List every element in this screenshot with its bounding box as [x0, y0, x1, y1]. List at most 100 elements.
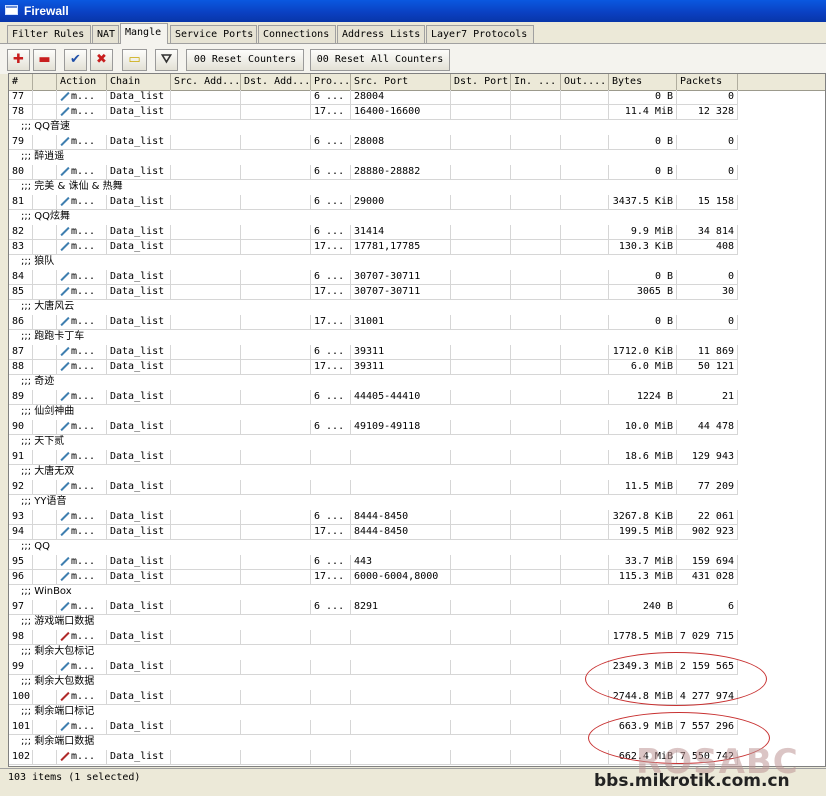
col-header-number[interactable]: #	[9, 74, 33, 90]
cell-action: m...	[57, 195, 107, 210]
col-header-protocol[interactable]: Pro...	[311, 74, 351, 90]
cell-dst-address	[241, 390, 311, 405]
col-header-in-interface[interactable]: In. ...	[511, 74, 561, 90]
col-header-chain[interactable]: Chain	[107, 74, 171, 90]
cell-src-address	[171, 195, 241, 210]
cell-src-port	[351, 630, 451, 645]
disable-button[interactable]: ✖	[90, 49, 113, 71]
mangle-rules-table[interactable]: # Action Chain Src. Add... Dst. Add... P…	[8, 73, 826, 767]
table-row[interactable]: 82 m... Data_list 6 ... 31414 9.9 MiB 34 814	[9, 225, 825, 240]
comment-row[interactable]: ;;; 狼队	[9, 255, 825, 270]
filter-button[interactable]: ⛛	[155, 49, 178, 71]
cell-dst-port	[451, 570, 511, 585]
comment-row[interactable]: ;;; 剩余大包标记	[9, 645, 825, 660]
pencil-icon	[60, 482, 69, 491]
table-row[interactable]: 88 m... Data_list 17... 39311 6.0 MiB 50 121	[9, 360, 825, 375]
tab-nat[interactable]: NAT	[92, 25, 119, 43]
enable-button[interactable]: ✔	[64, 49, 87, 71]
remove-button[interactable]: ▬	[33, 49, 56, 71]
table-row[interactable]: 78 m... Data_list 17... 16400-16600 11.4 MiB 1…	[9, 105, 825, 120]
tab-layer7-protocols[interactable]: Layer7 Protocols	[426, 25, 534, 43]
comment-row[interactable]: ;;; 跑跑卡丁车	[9, 330, 825, 345]
cell-out-interface	[561, 750, 609, 765]
col-header-bytes[interactable]: Bytes	[609, 74, 677, 90]
reset-all-counters-button[interactable]: 00 Reset All Counters	[310, 49, 450, 71]
col-header-packets[interactable]: Packets	[677, 74, 738, 90]
table-row[interactable]: 99 m... Data_list 2349.3 MiB 2 159 565	[9, 660, 825, 675]
comment-row[interactable]: ;;; QQ	[9, 540, 825, 555]
comment-row[interactable]: ;;; 仙剑神曲	[9, 405, 825, 420]
comment-row[interactable]: ;;; 剩余端口标记	[9, 705, 825, 720]
rule-comment: ;;; 仙剑神曲	[21, 406, 75, 417]
comment-button[interactable]: ▭	[122, 49, 147, 71]
table-row[interactable]: 89 m... Data_list 6 ... 44405-44410 1224 B 21	[9, 390, 825, 405]
col-header-dst-port[interactable]: Dst. Port	[451, 74, 511, 90]
col-header-out-interface[interactable]: Out....	[561, 74, 609, 90]
comment-row[interactable]: ;;; 大唐无双	[9, 465, 825, 480]
cell-number: 93	[9, 510, 33, 525]
cell-src-address	[171, 630, 241, 645]
table-row[interactable]: 90 m... Data_list 6 ... 49109-49118 10.0 MiB 4…	[9, 420, 825, 435]
tab-connections[interactable]: Connections	[258, 25, 336, 43]
add-button[interactable]: ✚	[7, 49, 30, 71]
table-row[interactable]: 83 m... Data_list 17... 17781,17785 130.3 KiB…	[9, 240, 825, 255]
table-row[interactable]: 101 m... Data_list 663.9 MiB 7 557 296	[9, 720, 825, 735]
col-header-src-address[interactable]: Src. Add...	[171, 74, 241, 90]
cell-chain: Data_list	[107, 285, 171, 300]
comment-row[interactable]: ;;; 奇迹	[9, 375, 825, 390]
table-row[interactable]: 97 m... Data_list 6 ... 8291 240 B6	[9, 600, 825, 615]
table-row[interactable]: 93 m... Data_list 6 ... 8444-8450 3267.8 KiB 2…	[9, 510, 825, 525]
table-row[interactable]: 85 m... Data_list 17... 30707-30711 3065 B 30	[9, 285, 825, 300]
rule-comment: ;;; QQ音速	[21, 121, 71, 132]
comment-row[interactable]: ;;; 天下贰	[9, 435, 825, 450]
reset-counters-button[interactable]: 00 Reset Counters	[186, 49, 304, 71]
comment-row[interactable]: ;;; 剩余大包数据	[9, 675, 825, 690]
comment-row[interactable]: ;;; 大唐风云	[9, 300, 825, 315]
col-header-flag[interactable]	[33, 74, 57, 90]
table-row[interactable]: 86 m... Data_list 17... 31001 0 B0	[9, 315, 825, 330]
col-header-dst-address[interactable]: Dst. Add...	[241, 74, 311, 90]
rule-comment: ;;; 游戏端口数据	[21, 616, 95, 627]
cell-dst-port	[451, 135, 511, 150]
cell-out-interface	[561, 315, 609, 330]
table-row[interactable]: 96 m... Data_list 17... 6000-6004,8000 115.3 …	[9, 570, 825, 585]
table-row[interactable]: 80 m... Data_list 6 ... 28880-28882 0 B0	[9, 165, 825, 180]
table-row[interactable]: 84 m... Data_list 6 ... 30707-30711 0 B0	[9, 270, 825, 285]
cell-flag	[33, 720, 57, 735]
comment-row[interactable]: ;;; QQ炫舞	[9, 210, 825, 225]
cell-bytes: 11.4 MiB	[609, 105, 677, 120]
comment-row[interactable]: ;;; 游戏端口数据	[9, 615, 825, 630]
table-row[interactable]: 95 m... Data_list 6 ... 443 33.7 MiB 159 694	[9, 555, 825, 570]
cell-number: 86	[9, 315, 33, 330]
cell-flag	[33, 555, 57, 570]
cell-bytes: 115.3 MiB	[609, 570, 677, 585]
tab-filter-rules[interactable]: Filter Rules	[7, 25, 91, 43]
table-row[interactable]: 98 m... Data_list 1778.5 MiB 7 029 715	[9, 630, 825, 645]
table-row[interactable]: 77 m... Data_list 6 ... 28004 0 B0	[9, 90, 825, 105]
table-row[interactable]: 94 m... Data_list 17... 8444-8450 199.5 MiB 90…	[9, 525, 825, 540]
cell-dst-port	[451, 225, 511, 240]
tab-address-lists[interactable]: Address Lists	[337, 25, 425, 43]
cell-in-interface	[511, 720, 561, 735]
cell-chain: Data_list	[107, 345, 171, 360]
table-row[interactable]: 81 m... Data_list 6 ... 29000 3437.5 KiB 15 15…	[9, 195, 825, 210]
comment-row[interactable]: ;;; 醉逍遥	[9, 150, 825, 165]
cell-in-interface	[511, 660, 561, 675]
table-row[interactable]: 87 m... Data_list 6 ... 39311 1712.0 KiB 11 86…	[9, 345, 825, 360]
comment-row[interactable]: ;;; WinBox	[9, 585, 825, 600]
table-row[interactable]: 92 m... Data_list 11.5 MiB 77 209	[9, 480, 825, 495]
tab-mangle[interactable]: Mangle	[120, 23, 168, 44]
table-row[interactable]: 79 m... Data_list 6 ... 28008 0 B0	[9, 135, 825, 150]
table-row[interactable]: 100 m... Data_list 2744.8 MiB 4 277 974	[9, 690, 825, 705]
col-header-src-port[interactable]: Src. Port	[351, 74, 451, 90]
comment-row[interactable]: ;;; 完美 & 诛仙 & 热舞	[9, 180, 825, 195]
tab-service-ports[interactable]: Service Ports	[170, 25, 257, 43]
comment-row[interactable]: ;;; QQ音速	[9, 120, 825, 135]
cell-packets: 34 814	[677, 225, 738, 240]
table-row[interactable]: 91 m... Data_list 18.6 MiB 129 943	[9, 450, 825, 465]
cell-bytes: 130.3 KiB	[609, 240, 677, 255]
comment-row[interactable]: ;;; YY语音	[9, 495, 825, 510]
col-header-action[interactable]: Action	[57, 74, 107, 90]
action-label: m...	[71, 721, 96, 732]
cell-dst-address	[241, 720, 311, 735]
